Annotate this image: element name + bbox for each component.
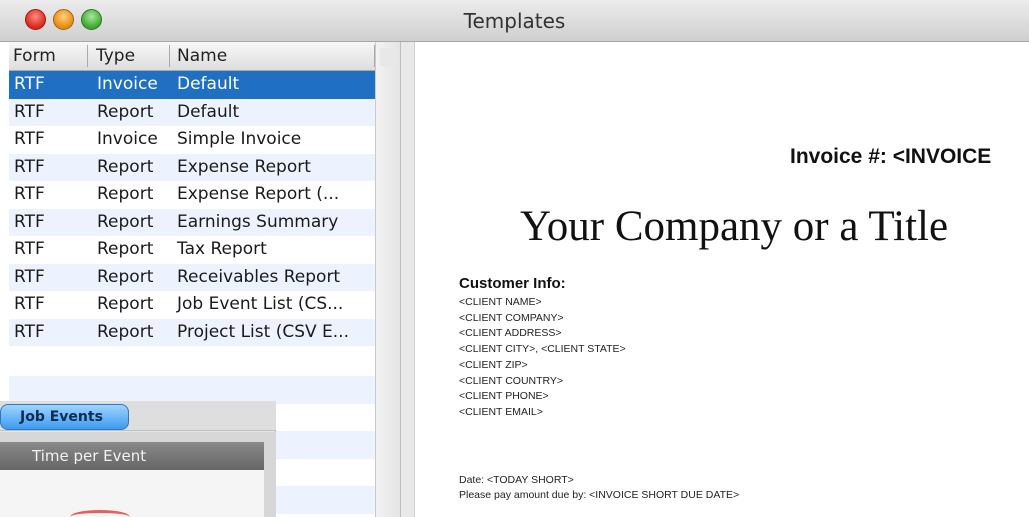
cell-form: RTF	[14, 101, 45, 122]
cell-type: Report	[97, 101, 154, 122]
table-row[interactable]: RTF Report Default	[9, 98, 375, 126]
cell-type: Report	[97, 239, 154, 259]
cell-type: Invoice	[97, 74, 158, 94]
cell-form: RTF	[14, 294, 45, 314]
vertical-scrollbar[interactable]	[375, 42, 401, 517]
column-header-name[interactable]: Name	[177, 46, 227, 66]
table-header: Form Type Name	[9, 42, 375, 71]
tab-job-events[interactable]: Job Events	[0, 404, 129, 430]
table-row[interactable]: RTF Report Project List (CSV E...	[9, 318, 375, 346]
cell-name: Job Event List (CS...	[177, 294, 344, 314]
cell-form: RTF	[14, 156, 45, 177]
customer-field: <CLIENT CITY>, <CLIENT STATE>	[459, 343, 626, 356]
customer-field: <CLIENT PHONE>	[459, 390, 549, 403]
table-row[interactable]: RTF Report Expense Report	[9, 153, 375, 181]
pay-due-line: Please pay amount due by: <INVOICE SHORT…	[459, 489, 740, 501]
company-title: Your Company or a Title	[520, 203, 949, 250]
date-line: Date: <TODAY SHORT>	[459, 474, 574, 486]
job-events-window: Job Events Time per Event	[0, 401, 276, 517]
cell-form: RTF	[14, 239, 45, 259]
cell-form: RTF	[14, 129, 45, 149]
window-title: Templates	[463, 9, 566, 33]
cell-form: RTF	[14, 211, 45, 232]
table-row[interactable]: RTF Invoice Simple Invoice	[9, 126, 375, 154]
title-bar: Templates	[0, 0, 1029, 42]
cell-form: RTF	[14, 321, 45, 342]
customer-field: <CLIENT COMPANY>	[459, 311, 564, 324]
column-separator[interactable]	[87, 45, 88, 67]
customer-field: <CLIENT EMAIL>	[459, 405, 543, 418]
cell-form: RTF	[14, 266, 45, 287]
cell-name: Project List (CSV E...	[177, 321, 349, 342]
customer-info-heading: Customer Info:	[459, 275, 566, 292]
split-view-divider[interactable]	[401, 42, 415, 517]
table-row[interactable]: RTF Report Job Event List (CS...	[9, 291, 375, 319]
table-row[interactable]: RTF Report Receivables Report	[9, 263, 375, 291]
cell-name: Earnings Summary	[177, 211, 339, 232]
customer-field: <CLIENT COUNTRY>	[459, 374, 564, 387]
cell-type: Report	[97, 321, 154, 342]
table-row[interactable]: RTF Report Expense Report (...	[9, 181, 375, 209]
scroll-knob[interactable]	[380, 48, 397, 66]
cell-type: Report	[97, 184, 154, 204]
cell-name: Receivables Report	[177, 266, 341, 287]
cell-name: Expense Report	[177, 156, 311, 177]
cell-name: Default	[177, 74, 240, 94]
cell-name: Expense Report (...	[177, 184, 340, 204]
invoice-number-field: Invoice #: <INVOICE	[790, 145, 992, 168]
column-header-form[interactable]: Form	[13, 46, 56, 66]
cell-type: Report	[97, 211, 154, 232]
cell-type: Report	[97, 156, 154, 177]
cell-form: RTF	[14, 74, 45, 94]
cell-name: Default	[177, 101, 240, 122]
table-row[interactable]: RTF Invoice Default	[9, 71, 375, 99]
cell-type: Invoice	[97, 129, 158, 149]
cell-form: RTF	[14, 184, 45, 204]
chart-area	[0, 470, 264, 517]
customer-field: <CLIENT NAME>	[459, 296, 542, 308]
cell-name: Tax Report	[177, 239, 267, 259]
tab-strip: Job Events	[0, 401, 276, 431]
cell-name: Simple Invoice	[177, 129, 302, 149]
job-events-panel: Time per Event	[0, 432, 276, 517]
chart-arc	[70, 510, 130, 517]
customer-field: <CLIENT ZIP>	[459, 358, 528, 371]
customer-field: <CLIENT ADDRESS>	[459, 327, 562, 340]
column-separator[interactable]	[169, 45, 170, 67]
template-preview: Invoice #: <INVOICE Your Company or a Ti…	[416, 42, 1029, 517]
column-header-type[interactable]: Type	[96, 46, 135, 66]
cell-type: Report	[97, 294, 154, 314]
cell-type: Report	[97, 266, 154, 287]
time-per-event-header: Time per Event	[0, 442, 264, 470]
empty-row	[9, 376, 375, 404]
table-row[interactable]: RTF Report Earnings Summary	[9, 208, 375, 236]
table-row[interactable]: RTF Report Tax Report	[9, 236, 375, 264]
customer-fields-list: <CLIENT NAME> <CLIENT COMPANY> <CLIENT A…	[459, 295, 626, 421]
